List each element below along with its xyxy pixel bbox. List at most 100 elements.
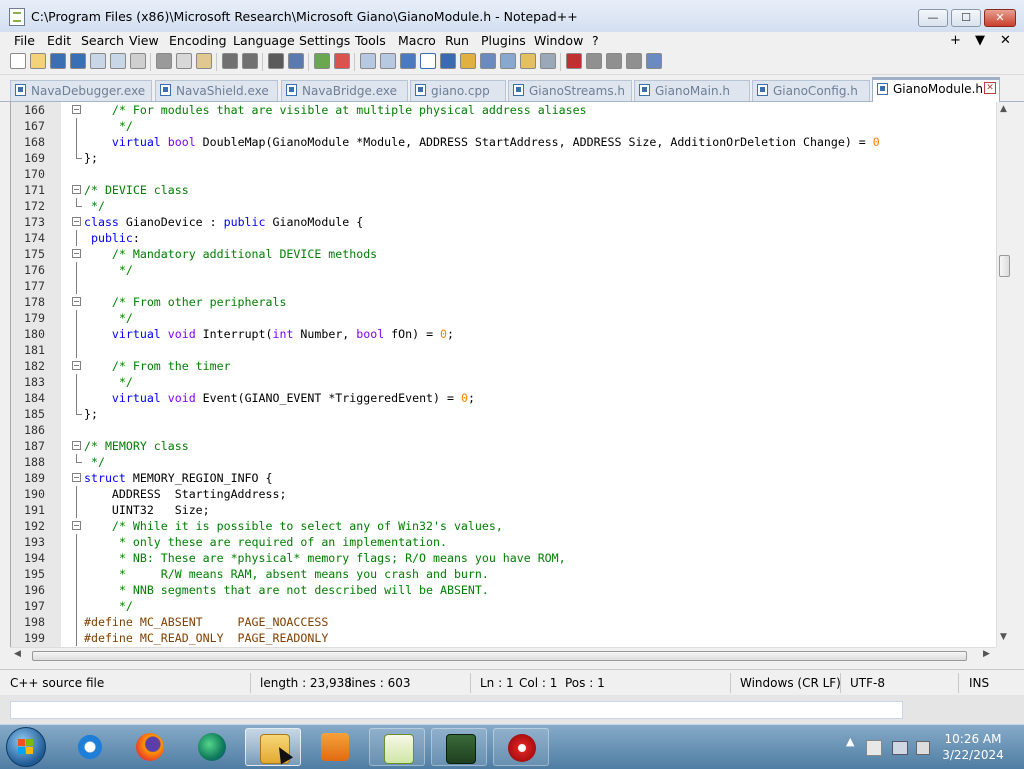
notepadpp-app-icon[interactable]	[9, 8, 25, 26]
menu-file[interactable]: File	[14, 33, 35, 48]
vertical-scroll-thumb[interactable]	[999, 255, 1010, 277]
code-line[interactable]: 188 */	[11, 454, 997, 470]
menu-view[interactable]: View	[129, 33, 159, 48]
title-bar[interactable]: C:\Program Files (x86)\Microsoft Researc…	[0, 0, 1024, 33]
tab-navadebugger[interactable]: NavaDebugger.exe	[10, 80, 152, 101]
menu-help[interactable]: ?	[592, 33, 599, 48]
scroll-up-icon[interactable]: ▲	[1000, 104, 1007, 114]
code-line[interactable]: 182 /* From the timer	[11, 358, 997, 374]
fold-toggle-icon[interactable]	[72, 217, 81, 226]
menu-run[interactable]: Run	[445, 33, 469, 48]
media-player-icon[interactable]	[307, 728, 363, 766]
code-line[interactable]: 195 * R/W means RAM, absent means you cr…	[11, 566, 997, 582]
tab-close-icon[interactable]: ✕	[984, 82, 996, 94]
fold-toggle-icon[interactable]	[72, 361, 81, 370]
menu-macro[interactable]: Macro	[398, 33, 436, 48]
menu-settings[interactable]: Settings	[299, 33, 350, 48]
tab-navabridge[interactable]: NavaBridge.exe	[281, 80, 408, 101]
record-macro-icon[interactable]	[566, 53, 582, 69]
code-line[interactable]: 169};	[11, 150, 997, 166]
play-macro-icon[interactable]	[606, 53, 622, 69]
action-center-icon[interactable]	[866, 740, 882, 756]
code-line[interactable]: 172 */	[11, 198, 997, 214]
open-file-icon[interactable]	[30, 53, 46, 69]
menu-tools[interactable]: Tools	[355, 33, 386, 48]
word-wrap-icon[interactable]	[400, 53, 416, 69]
scroll-down-icon[interactable]: ▼	[1000, 632, 1007, 642]
copy-icon[interactable]	[176, 53, 192, 69]
tab-gianomain[interactable]: GianoMain.h	[634, 80, 750, 101]
close-icon[interactable]	[90, 53, 106, 69]
replace-icon[interactable]	[288, 53, 304, 69]
code-line[interactable]: 187 /* MEMORY class	[11, 438, 997, 454]
tab-gianostreams[interactable]: GianoStreams.h	[508, 80, 632, 101]
close-all-icon[interactable]	[110, 53, 126, 69]
redo-icon[interactable]	[242, 53, 258, 69]
menu-plugins[interactable]: Plugins	[481, 33, 526, 48]
code-line[interactable]: 186	[11, 422, 997, 438]
sync-h-icon[interactable]	[380, 53, 396, 69]
code-line[interactable]: 177	[11, 278, 997, 294]
save-macro-icon[interactable]	[646, 53, 662, 69]
show-all-chars-icon[interactable]	[420, 53, 436, 69]
code-line[interactable]: 176 */	[11, 262, 997, 278]
code-line[interactable]: 198 #define MC_ABSENT PAGE_NOACCESS	[11, 614, 997, 630]
code-line[interactable]: 197 */	[11, 598, 997, 614]
tab-list-down-icon[interactable]: ▼	[975, 33, 985, 48]
sync-v-icon[interactable]	[360, 53, 376, 69]
scroll-left-icon[interactable]: ◀	[14, 649, 21, 659]
fold-toggle-icon[interactable]	[72, 105, 81, 114]
folder-workspace-icon[interactable]	[520, 53, 536, 69]
code-line[interactable]: 194 * NB: These are *physical* memory fl…	[11, 550, 997, 566]
fold-toggle-icon[interactable]	[72, 473, 81, 482]
code-line[interactable]: 170	[11, 166, 997, 182]
new-tab-plus-icon[interactable]: +	[950, 33, 961, 48]
network-icon[interactable]	[892, 741, 908, 755]
user-lang-icon[interactable]	[460, 53, 476, 69]
paste-icon[interactable]	[196, 53, 212, 69]
monitor-icon[interactable]	[540, 53, 556, 69]
tray-expand-icon[interactable]: ▲	[846, 735, 854, 748]
code-line[interactable]: 193 * only these are required of an impl…	[11, 534, 997, 550]
code-line[interactable]: 192 /* While it is possible to select an…	[11, 518, 997, 534]
minimize-button[interactable]: —	[918, 9, 948, 27]
vertical-scrollbar[interactable]: ▲ ▼	[996, 102, 1013, 647]
maximize-button[interactable]: ☐	[951, 9, 981, 27]
run-macro-multiple-icon[interactable]	[626, 53, 642, 69]
print-icon[interactable]	[130, 53, 146, 69]
code-line[interactable]: 183 */	[11, 374, 997, 390]
task-manager-icon[interactable]	[431, 728, 487, 766]
stop-macro-icon[interactable]	[586, 53, 602, 69]
internet-explorer-icon[interactable]	[62, 728, 118, 766]
code-line[interactable]: 175 /* Mandatory additional DEVICE metho…	[11, 246, 997, 262]
horizontal-scrollbar[interactable]: ◀ ▶	[10, 647, 996, 664]
tab-gianoconfig[interactable]: GianoConfig.h	[752, 80, 870, 101]
menu-edit[interactable]: Edit	[47, 33, 71, 48]
code-line[interactable]: 168 virtual bool DoubleMap(GianoModule *…	[11, 134, 997, 150]
code-line[interactable]: 178 /* From other peripherals	[11, 294, 997, 310]
file-explorer-icon[interactable]	[245, 728, 301, 766]
system-clock[interactable]: 10:26 AM 3/22/2024	[940, 731, 1006, 763]
code-line[interactable]: 196 * NNB segments that are not describe…	[11, 582, 997, 598]
undo-icon[interactable]	[222, 53, 238, 69]
save-all-icon[interactable]	[70, 53, 86, 69]
code-line[interactable]: 185};	[11, 406, 997, 422]
code-line[interactable]: 166 /* For modules that are visible at m…	[11, 102, 997, 118]
cut-icon[interactable]	[156, 53, 172, 69]
scroll-right-icon[interactable]: ▶	[983, 649, 990, 659]
menu-window[interactable]: Window	[534, 33, 583, 48]
code-line[interactable]: 199 #define MC_READ_ONLY PAGE_READONLY	[11, 630, 997, 646]
tab-giano-cpp[interactable]: giano.cpp	[410, 80, 506, 101]
menu-language[interactable]: Language	[233, 33, 295, 48]
code-line[interactable]: 189 struct MEMORY_REGION_INFO {	[11, 470, 997, 486]
indent-guide-icon[interactable]	[440, 53, 456, 69]
code-line[interactable]: 181	[11, 342, 997, 358]
new-file-icon[interactable]	[10, 53, 26, 69]
zoom-in-icon[interactable]	[314, 53, 330, 69]
fold-toggle-icon[interactable]	[72, 521, 81, 530]
code-line[interactable]: 179 */	[11, 310, 997, 326]
zoom-out-icon[interactable]	[334, 53, 350, 69]
firefox-icon[interactable]	[122, 728, 178, 766]
tab-navashield[interactable]: NavaShield.exe	[155, 80, 278, 101]
close-doc-icon[interactable]: ✕	[1000, 33, 1011, 48]
